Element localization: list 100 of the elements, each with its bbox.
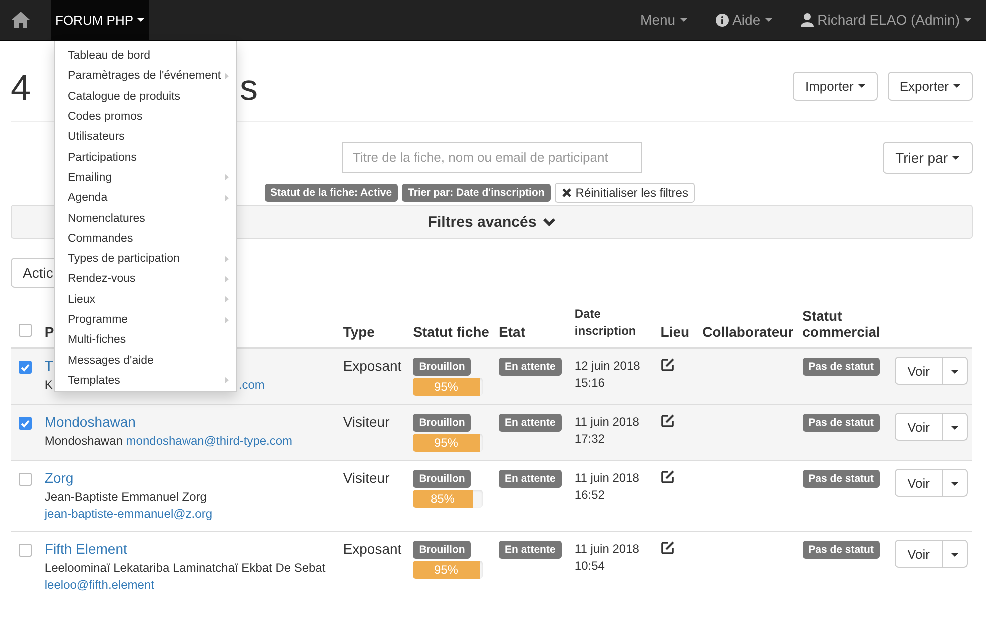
column-header: Type [343,324,375,340]
close-icon [562,188,572,198]
status-badge: Brouillon [413,470,472,488]
edit-icon[interactable] [660,541,675,555]
caret-button[interactable] [943,413,968,441]
menu-item[interactable]: Utilisateurs [55,127,236,148]
date-text: 11 juin 2018 [574,541,640,558]
type-text: Exposant [343,541,402,557]
date-text: 12 juin 2018 [574,358,642,375]
status-badge: Brouillon [413,414,472,432]
time-text: 10:54 [574,558,606,575]
home-icon[interactable] [11,11,31,29]
menu-item[interactable]: Lieux [55,290,236,310]
submenu-arrow-icon [225,296,229,304]
submenu-arrow-icon [225,174,229,182]
nav-link[interactable]: Richard ELAO (Admin) [800,12,972,28]
nav-link[interactable]: Aide [716,12,773,28]
menu-item[interactable]: Emailing [55,168,236,188]
column-header: Statut fiche [413,324,490,340]
submenu-arrow-icon [225,377,229,384]
sort-button[interactable]: Trier par [882,142,973,174]
menu-item[interactable]: Programme [55,310,236,330]
caret-button[interactable] [943,540,968,568]
participant-link[interactable]: Zorg [44,470,336,486]
menu-item[interactable]: Messages d'aide [55,350,236,371]
column-header: Date inscription [574,306,638,340]
email-link[interactable]: leeloo@fifth.element [44,578,154,592]
search-field[interactable]: Titre de la fiche, nom ou email de participant [342,142,642,173]
chevron-down-icon [542,218,556,226]
menu-item[interactable]: Participations [55,147,236,168]
view-button[interactable]: Voir [894,469,943,497]
column-header: Lieu [660,324,690,340]
type-text: Visiteur [343,414,390,430]
date-text: 11 juin 2018 [574,470,640,487]
commercial-status-badge: Pas de statut [802,414,880,432]
column-header: Statut commercial [802,308,882,340]
dropdown-button[interactable]: Exporter [888,72,973,100]
menu-item[interactable]: Multi-fiches [55,330,236,350]
time-text: 16:52 [574,487,606,504]
state-badge: En attente [499,358,562,376]
caret-button[interactable] [943,469,968,497]
commercial-status-badge: Pas de statut [802,470,880,488]
progress-bar: 95% [413,561,484,579]
submenu-arrow-icon [225,276,229,283]
menu-item[interactable]: Tableau de bord [55,46,236,66]
user-icon [800,13,814,27]
column-header: Collaborateur [702,324,794,340]
participant-name: Leeloominaï Lekatariba Laminatchaï Ekbat De Sebat [44,561,326,575]
state-badge: En attente [499,541,562,559]
checkbox[interactable] [19,473,32,486]
filter-tag: Statut de la fiche: Active [264,184,398,202]
nav-link[interactable]: Menu [640,12,688,28]
caret-button[interactable] [943,357,968,385]
email-link[interactable]: .com [238,378,265,392]
progress-bar: 85% [413,490,484,508]
event-menu[interactable]: FORUM PHP [51,0,149,40]
view-button[interactable]: Voir [894,357,943,385]
edit-icon[interactable] [660,414,675,428]
type-text: Exposant [343,358,402,374]
info-icon [716,14,729,26]
state-badge: En attente [499,470,562,488]
filter-tag: Trier par: Date d'inscription [402,184,551,202]
column-header: Etat [499,324,526,340]
time-text: 15:16 [574,375,606,392]
participant-name: Jean-Baptiste Emmanuel Zorg [44,490,207,504]
reset-filters-button[interactable]: Réinitialiser les filtres [554,183,696,203]
menu-item[interactable]: Catalogue de produits [55,86,236,107]
page-title: 4 [11,67,32,108]
menu-item[interactable]: Nomenclatures [55,208,236,229]
status-badge: Brouillon [413,358,472,376]
edit-icon[interactable] [660,470,675,484]
email-link[interactable]: mondoshawan@third-type.com [126,434,293,448]
submenu-arrow-icon [225,194,229,202]
checkbox[interactable] [19,324,32,337]
edit-icon[interactable] [660,358,675,372]
checkbox[interactable] [19,544,32,557]
participant-link[interactable]: Fifth Element [44,541,336,557]
submenu-arrow-icon [225,72,230,80]
commercial-status-badge: Pas de statut [802,541,880,559]
menu-item[interactable]: Templates [55,370,236,392]
commercial-status-badge: Pas de statut [802,358,880,376]
progress-bar: 95% [413,434,484,452]
state-badge: En attente [499,414,562,432]
checkbox[interactable] [19,361,32,374]
view-button[interactable]: Voir [894,413,943,441]
column-header: P [44,324,54,340]
date-text: 11 juin 2018 [574,414,640,431]
participant-link[interactable]: Mondoshawan [44,414,336,430]
type-text: Visiteur [343,470,390,486]
progress-bar: 95% [413,378,484,396]
time-text: 17:32 [574,431,606,448]
participant-name: Mondoshawan [44,434,123,448]
view-button[interactable]: Voir [894,540,943,568]
checkbox[interactable] [19,417,32,430]
page-title: s [240,67,258,108]
menu-item[interactable]: Codes promos [55,106,236,128]
dropdown-button[interactable]: Importer [793,72,878,100]
menu-item[interactable]: Paramètrages de l'événement [55,66,236,87]
email-link[interactable]: jean-baptiste-emmanuel@z.org [44,507,212,521]
status-badge: Brouillon [413,541,472,559]
